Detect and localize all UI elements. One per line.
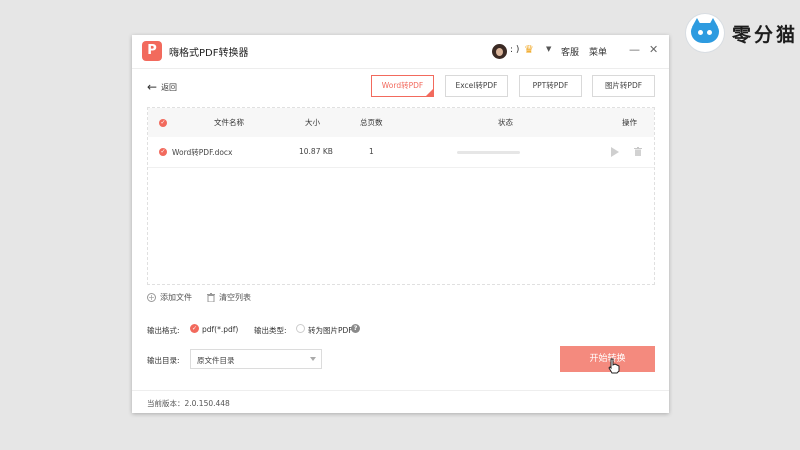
- output-dir-select[interactable]: 原文件目录: [190, 349, 322, 369]
- output-format-radio[interactable]: ✓: [190, 324, 199, 333]
- clear-list-button[interactable]: 清空列表: [207, 292, 251, 303]
- trash-icon[interactable]: [634, 147, 642, 156]
- back-label: 返回: [161, 82, 178, 92]
- app-title: 嗨格式PDF转换器: [169, 48, 249, 59]
- header-actions: 操作: [622, 118, 637, 127]
- file-table: ✓ 文件名称 大小 总页数 状态 操作 ✓ Word转PDF.docx 10.8…: [147, 107, 655, 285]
- mode-image-to-pdf[interactable]: 图片转PDF: [592, 75, 655, 97]
- minimize-icon[interactable]: —: [629, 43, 640, 56]
- avatar[interactable]: [492, 44, 507, 59]
- add-file-button[interactable]: + 添加文件: [147, 292, 192, 303]
- footer-divider: [132, 390, 669, 391]
- chevron-down-icon[interactable]: ▼: [546, 45, 551, 53]
- select-all-checkbox[interactable]: ✓: [159, 119, 167, 127]
- watermark-text: 零分猫: [732, 23, 799, 46]
- title-bar: P 嗨格式PDF转换器 : ) ♛ ▼ 客服 菜单 — ✕: [132, 35, 669, 69]
- arrow-left-icon: ←: [147, 80, 158, 94]
- output-format-label: 输出格式:: [147, 326, 180, 335]
- file-name: Word转PDF.docx: [172, 148, 233, 157]
- table-header: ✓ 文件名称 大小 总页数 状态 操作: [148, 108, 654, 137]
- header-status: 状态: [498, 118, 513, 127]
- add-file-label: 添加文件: [160, 293, 192, 302]
- app-logo-icon: P: [142, 41, 162, 61]
- customer-service-button[interactable]: 客服: [561, 45, 579, 58]
- progress-bar: [457, 151, 520, 154]
- menu-button[interactable]: 菜单: [589, 45, 607, 58]
- clear-list-label: 清空列表: [219, 293, 251, 302]
- output-format-value[interactable]: pdf(*.pdf): [202, 325, 238, 334]
- chevron-down-icon: [310, 357, 316, 361]
- mode-excel-to-pdf[interactable]: Excel转PDF: [445, 75, 508, 97]
- trash-icon: [207, 293, 215, 302]
- help-icon[interactable]: ?: [351, 324, 360, 333]
- output-type-option[interactable]: 转为图片PDF: [308, 325, 353, 336]
- output-type-label: 输出类型:: [254, 326, 287, 335]
- app-window: P 嗨格式PDF转换器 : ) ♛ ▼ 客服 菜单 — ✕ ← 返回 Word转…: [132, 35, 669, 413]
- back-button[interactable]: ← 返回: [147, 80, 177, 94]
- version-text: 当前版本：2.0.150.448: [147, 399, 230, 408]
- mode-word-to-pdf[interactable]: Word转PDF: [371, 75, 434, 97]
- mode-ppt-to-pdf[interactable]: PPT转PDF: [519, 75, 582, 97]
- header-name: 文件名称: [214, 118, 244, 127]
- output-dir-label: 输出目录:: [147, 356, 180, 365]
- crown-icon[interactable]: ♛: [524, 43, 534, 56]
- table-row[interactable]: ✓ Word转PDF.docx 10.87 KB 1: [148, 137, 654, 168]
- close-icon[interactable]: ✕: [649, 43, 658, 56]
- header-pages: 总页数: [360, 118, 383, 127]
- cat-logo-icon: [686, 14, 724, 52]
- output-dir-value: 原文件目录: [197, 356, 235, 365]
- plus-circle-icon: +: [147, 293, 156, 302]
- file-size: 10.87 KB: [299, 147, 333, 156]
- file-pages: 1: [369, 147, 374, 156]
- row-checkbox[interactable]: ✓: [159, 148, 167, 156]
- output-type-radio[interactable]: [296, 324, 305, 333]
- header-size: 大小: [305, 118, 320, 127]
- watermark: 零分猫: [686, 14, 798, 52]
- play-icon[interactable]: [611, 147, 619, 157]
- username[interactable]: : ): [510, 45, 519, 55]
- hand-cursor-icon: [608, 358, 620, 374]
